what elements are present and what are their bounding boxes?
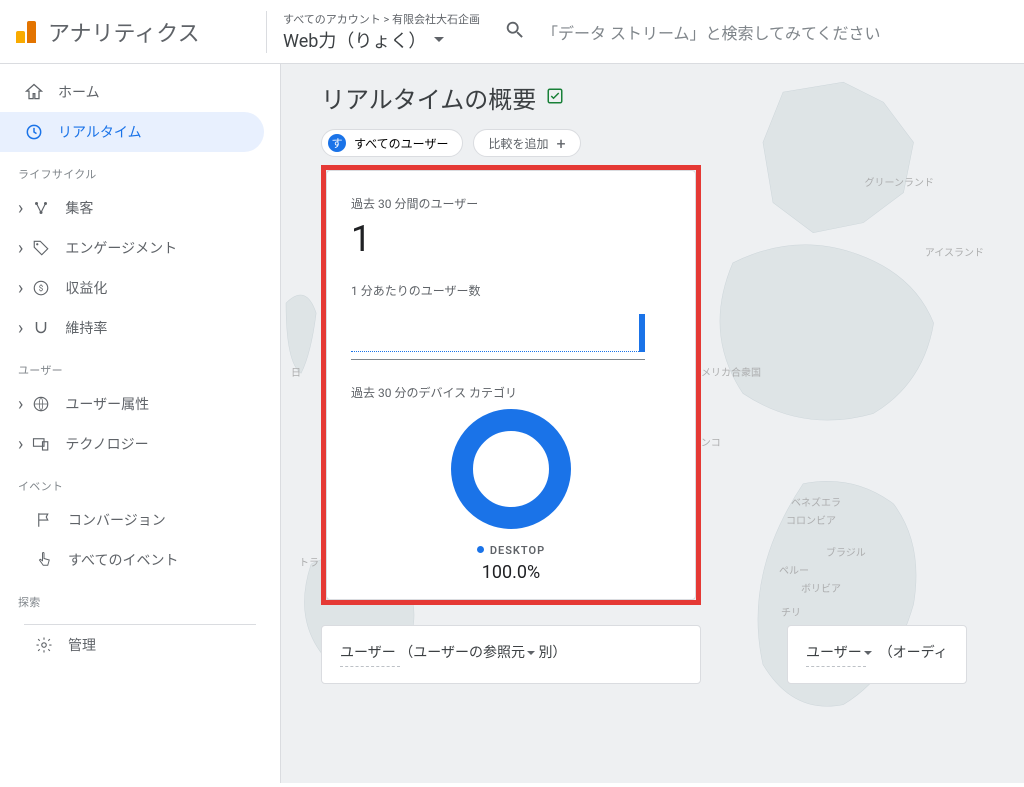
device-percent: 100.0%	[351, 562, 671, 583]
section-explore: 探索	[0, 580, 280, 616]
label-per-min: 1 分あたりのユーザー数	[351, 282, 671, 299]
nav-engagement-label: エンゲージメント	[65, 238, 177, 258]
devices-icon	[31, 434, 51, 454]
nav-admin-label: 管理	[68, 635, 96, 655]
realtime-overview-card: 過去 30 分間のユーザー 1 1 分あたりのユーザー数 過去 30 分のデバイ…	[326, 170, 696, 600]
nav-home-label: ホーム	[58, 82, 100, 102]
property-name: Web力（りょく）	[283, 27, 426, 53]
nav-engagement[interactable]: エンゲージメント	[0, 228, 264, 268]
nav-tech[interactable]: テクノロジー	[0, 424, 264, 464]
nav-realtime-label: リアルタイム	[58, 122, 142, 142]
search-icon	[504, 19, 526, 45]
home-icon	[24, 82, 44, 102]
nav-demographics[interactable]: ユーザー属性	[0, 384, 264, 424]
flag-icon	[34, 510, 54, 530]
card1-prefix: ユーザー	[340, 645, 396, 661]
nav-home[interactable]: ホーム	[0, 72, 264, 112]
page-title-row: リアルタイムの概要	[321, 80, 1024, 115]
chip-add-comparison-label: 比較を追加	[488, 135, 548, 152]
plus-icon: +	[556, 134, 565, 153]
legend-dot-icon	[477, 546, 484, 553]
verified-icon	[546, 87, 564, 109]
bottom-cards-row: ユーザー （ユーザーの参照元 別） ユーザー （オーディ	[321, 625, 1024, 684]
dollar-icon: $	[31, 278, 51, 298]
dashed-underline-2	[806, 666, 866, 667]
nav-retention[interactable]: 維持率	[0, 308, 264, 348]
sidebar: ホーム リアルタイム ライフサイクル 集客 エンゲージメント $ 収益化 維持率…	[0, 64, 280, 783]
users-per-minute-chart	[351, 305, 671, 353]
nav-acquisition-label: 集客	[65, 198, 93, 218]
app-header: アナリティクス すべてのアカウント > 有限会社大石企画 Web力（りょく） 「…	[0, 0, 1024, 64]
nav-all-events[interactable]: すべてのイベント	[0, 540, 264, 580]
card2-suffix: （オーディ	[879, 645, 948, 661]
nav-realtime[interactable]: リアルタイム	[0, 112, 264, 152]
device-legend: DESKTOP 100.0%	[351, 539, 671, 583]
logo-area[interactable]: アナリティクス	[16, 16, 266, 48]
analytics-logo-icon	[16, 21, 36, 43]
nav-conversions-label: コンバージョン	[68, 510, 166, 530]
chip-badge: す	[328, 134, 346, 152]
tag-icon	[31, 238, 51, 258]
label-users-30m: 過去 30 分間のユーザー	[351, 195, 671, 212]
section-lifecycle: ライフサイクル	[0, 152, 280, 188]
nav-tech-label: テクノロジー	[65, 434, 148, 454]
content-area: グリーンランド アイスランド メリカ合衆国 日 キンコ ベネズエラ コロンビア …	[280, 64, 1024, 783]
gear-icon	[34, 635, 54, 655]
section-event: イベント	[0, 464, 280, 500]
nav-all-events-label: すべてのイベント	[68, 550, 178, 570]
chip-add-comparison[interactable]: 比較を追加 +	[473, 129, 580, 157]
nav-acquisition[interactable]: 集客	[0, 188, 264, 228]
users-count: 1	[351, 218, 671, 260]
nav-monetization[interactable]: $ 収益化	[0, 268, 264, 308]
label-device-30m: 過去 30 分のデバイス カテゴリ	[351, 384, 671, 401]
nav-demographics-label: ユーザー属性	[65, 394, 149, 414]
chevron-down-icon	[434, 37, 444, 42]
device-name: DESKTOP	[490, 544, 545, 557]
card1-dropdown[interactable]: （ユーザーの参照元	[399, 645, 535, 661]
nav-monetization-label: 収益化	[65, 278, 107, 298]
nav-admin[interactable]: 管理	[0, 625, 264, 665]
magnet-icon	[31, 318, 51, 338]
clock-icon	[24, 122, 44, 142]
nav-conversions[interactable]: コンバージョン	[0, 500, 264, 540]
globe-icon	[31, 394, 51, 414]
device-donut-chart	[351, 409, 671, 529]
page-title: リアルタイムの概要	[321, 80, 536, 115]
search-placeholder: 「データ ストリーム」と検索してみてください	[542, 20, 881, 44]
card-users-by-source[interactable]: ユーザー （ユーザーの参照元 別）	[321, 625, 701, 684]
dashed-underline	[340, 666, 400, 667]
touch-icon	[34, 550, 54, 570]
search-box[interactable]: 「データ ストリーム」と検索してみてください	[504, 19, 1008, 45]
section-user: ユーザー	[0, 348, 280, 384]
app-name: アナリティクス	[48, 16, 200, 48]
breadcrumb: すべてのアカウント > 有限会社大石企画	[283, 11, 480, 27]
card1-suffix: 別）	[538, 645, 566, 661]
comparison-chips: す すべてのユーザー 比較を追加 +	[321, 129, 1024, 157]
property-selector[interactable]: すべてのアカウント > 有限会社大石企画 Web力（りょく）	[266, 11, 480, 53]
acquisition-icon	[31, 198, 51, 218]
card2-prefix[interactable]: ユーザー	[806, 645, 872, 661]
svg-text:$: $	[39, 283, 44, 294]
nav-retention-label: 維持率	[65, 318, 107, 338]
chip-all-users-label: すべてのユーザー	[354, 135, 448, 152]
card-users-by-audience[interactable]: ユーザー （オーディ	[787, 625, 967, 684]
chip-all-users[interactable]: す すべてのユーザー	[321, 129, 463, 157]
highlight-annotation: 過去 30 分間のユーザー 1 1 分あたりのユーザー数 過去 30 分のデバイ…	[321, 165, 701, 605]
